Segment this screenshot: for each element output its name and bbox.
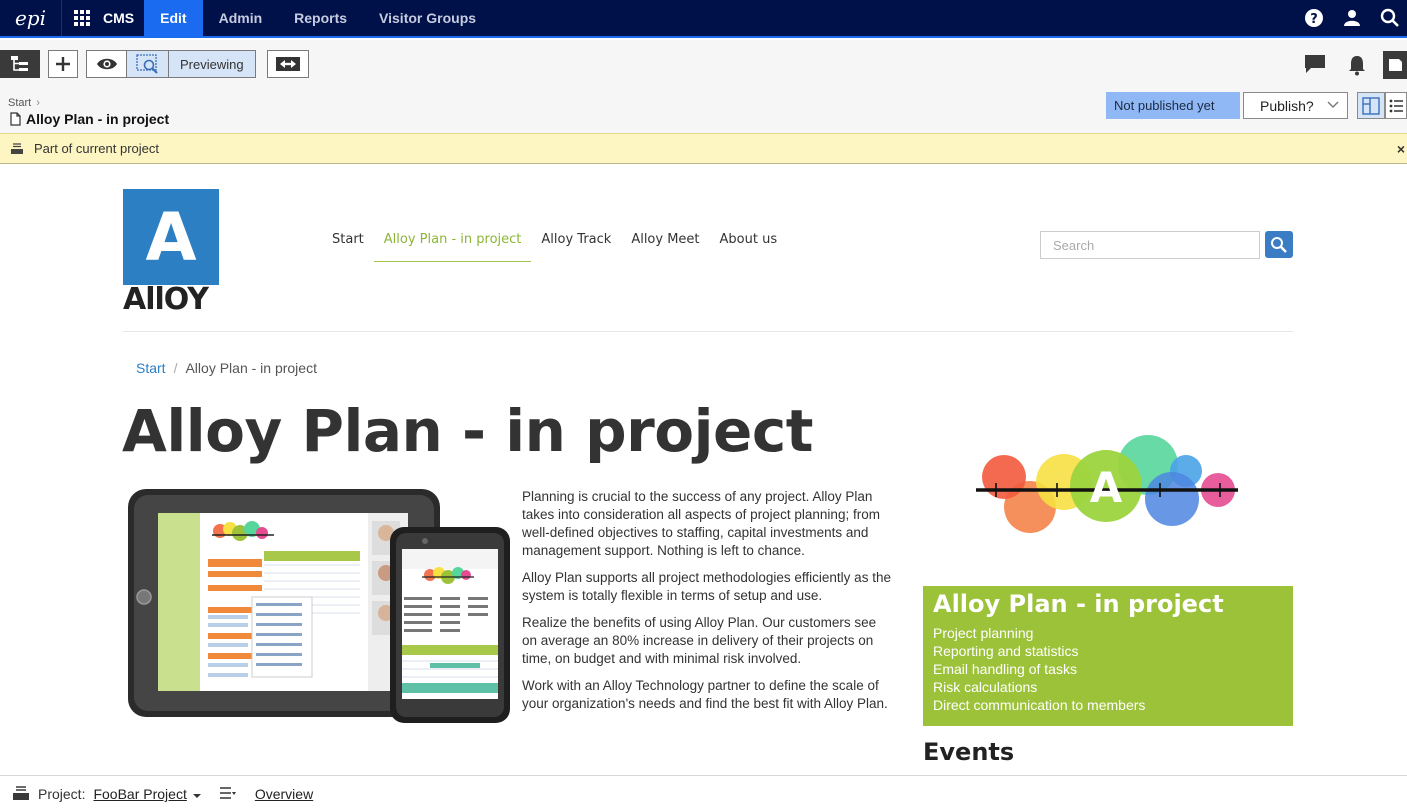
on-page-edit-view-button[interactable] <box>1357 92 1385 119</box>
feature-item: Email handling of tasks <box>933 661 1077 677</box>
edit-toolbar: Previewing <box>0 40 1407 88</box>
logo-text: epi <box>14 6 47 30</box>
list-icon <box>1389 99 1403 112</box>
body-paragraph: Work with an Alloy Technology partner to… <box>522 678 888 711</box>
page-tree-toggle-button[interactable] <box>0 50 40 78</box>
close-icon[interactable]: × <box>1397 141 1405 157</box>
site-menu-item-about-us[interactable]: About us <box>710 229 788 262</box>
previewing-label[interactable]: Previewing <box>169 51 255 77</box>
preview-button[interactable] <box>127 51 169 77</box>
feature-item: Risk calculations <box>933 679 1038 695</box>
assets-panel-toggle-button[interactable] <box>1383 51 1407 79</box>
devices-image[interactable] <box>124 485 516 725</box>
body-paragraph: Planning is crucial to the success of an… <box>522 489 880 558</box>
project-items-menu-icon[interactable] <box>219 786 237 802</box>
toggle-preview-button[interactable] <box>87 51 127 77</box>
product-features-card[interactable]: Alloy Plan - in project Project planning… <box>923 586 1293 726</box>
svg-text:A: A <box>1090 463 1123 512</box>
chevron-down-icon <box>1327 99 1339 113</box>
header-divider <box>123 331 1293 332</box>
status-badge: Not published yet <box>1106 92 1240 119</box>
breadcrumb-start-link[interactable]: Start <box>8 97 31 109</box>
search-icon <box>1271 236 1287 253</box>
project-bar: Project: FooBar Project Overview <box>0 775 1407 812</box>
global-navigation: epi CMS Edit Admin Reports Visitor Group… <box>0 0 1407 38</box>
project-overview-link[interactable]: Overview <box>255 786 313 802</box>
site-menu-item-alloy-plan[interactable]: Alloy Plan - in project <box>373 229 532 262</box>
site-menu-item-alloy-track[interactable]: Alloy Track <box>531 229 621 262</box>
project-icon <box>12 785 30 804</box>
notifications-icon[interactable] <box>1347 54 1367 81</box>
layout-icon <box>1362 96 1380 115</box>
assets-panel-icon <box>1389 59 1402 71</box>
view-mode-group: Previewing <box>86 50 256 78</box>
product-name: CMS <box>103 10 135 26</box>
site-body-text[interactable]: Planning is crucial to the success of an… <box>522 488 894 722</box>
site-menu-item-alloy-meet[interactable]: Alloy Meet <box>621 229 709 262</box>
logo-wordmark: AllOY <box>123 282 209 317</box>
feature-item: Direct communication to members <box>933 697 1146 713</box>
alloy-logo[interactable]: A AllOY <box>123 189 219 315</box>
page-icon <box>10 112 21 126</box>
episerver-logo[interactable]: epi <box>0 0 62 36</box>
publish-button[interactable]: Publish? <box>1243 92 1348 119</box>
feature-item: Project planning <box>933 625 1034 641</box>
tab-reports[interactable]: Reports <box>278 0 363 36</box>
site-page-heading[interactable]: Alloy Plan - in project <box>122 397 813 465</box>
tab-admin[interactable]: Admin <box>203 0 279 36</box>
site-breadcrumb-current: Alloy Plan - in project <box>185 360 317 376</box>
apps-grid-icon <box>74 10 90 26</box>
help-icon[interactable]: ? <box>1303 7 1325 29</box>
breadcrumb-separator: / <box>173 360 178 376</box>
project-selector[interactable]: FooBar Project <box>93 786 186 802</box>
site-main-menu: Start Alloy Plan - in project Alloy Trac… <box>322 229 787 262</box>
body-paragraph: Realize the benefits of using Alloy Plan… <box>522 615 877 666</box>
compare-button[interactable] <box>267 50 309 78</box>
tab-label: Edit <box>160 10 187 26</box>
all-properties-view-button[interactable] <box>1385 92 1407 119</box>
tab-label: Reports <box>294 10 348 26</box>
site-search-button[interactable] <box>1265 231 1293 258</box>
eye-icon <box>96 58 117 70</box>
body-paragraph: Alloy Plan supports all project methodol… <box>522 570 891 603</box>
chevron-right-icon: › <box>36 97 40 109</box>
site-breadcrumb: Start / Alloy Plan - in project <box>136 360 317 376</box>
comments-icon[interactable] <box>1304 54 1326 79</box>
project-label: Project: <box>38 786 86 802</box>
page-title: Alloy Plan - in project <box>10 111 169 127</box>
card-title: Alloy Plan - in project <box>933 590 1224 618</box>
breadcrumb: Start › <box>8 97 40 109</box>
site-search-input[interactable]: Search <box>1040 231 1260 259</box>
publish-label: Publish? <box>1260 97 1314 114</box>
site-menu-item-start[interactable]: Start <box>322 229 374 262</box>
add-icon <box>56 57 70 71</box>
project-notification-bar: Part of current project × <box>0 133 1407 164</box>
page-preview: A AllOY Start Alloy Plan - in project Al… <box>0 165 1407 775</box>
search-icon[interactable] <box>1379 7 1401 29</box>
alloy-plan-graphic[interactable]: A <box>972 433 1242 533</box>
app-switcher[interactable]: CMS <box>62 0 144 36</box>
page-tree-icon <box>11 56 28 71</box>
tab-visitor-groups[interactable]: Visitor Groups <box>363 0 492 36</box>
events-heading: Events <box>923 738 1015 766</box>
tab-edit[interactable]: Edit <box>144 0 203 36</box>
preview-icon <box>135 54 158 74</box>
feature-item: Reporting and statistics <box>933 643 1079 659</box>
project-icon <box>11 142 23 154</box>
svg-text:?: ? <box>1310 12 1318 27</box>
tab-label: Visitor Groups <box>379 10 477 26</box>
project-notice-text: Part of current project <box>34 141 159 156</box>
tab-label: Admin <box>218 10 263 26</box>
logo-mark: A <box>123 189 219 285</box>
compare-icon <box>276 57 300 71</box>
caret-down-icon[interactable] <box>192 786 201 802</box>
user-icon[interactable] <box>1341 7 1363 29</box>
page-title-text: Alloy Plan - in project <box>26 111 170 127</box>
add-content-button[interactable] <box>48 50 78 78</box>
site-breadcrumb-start-link[interactable]: Start <box>136 360 166 376</box>
